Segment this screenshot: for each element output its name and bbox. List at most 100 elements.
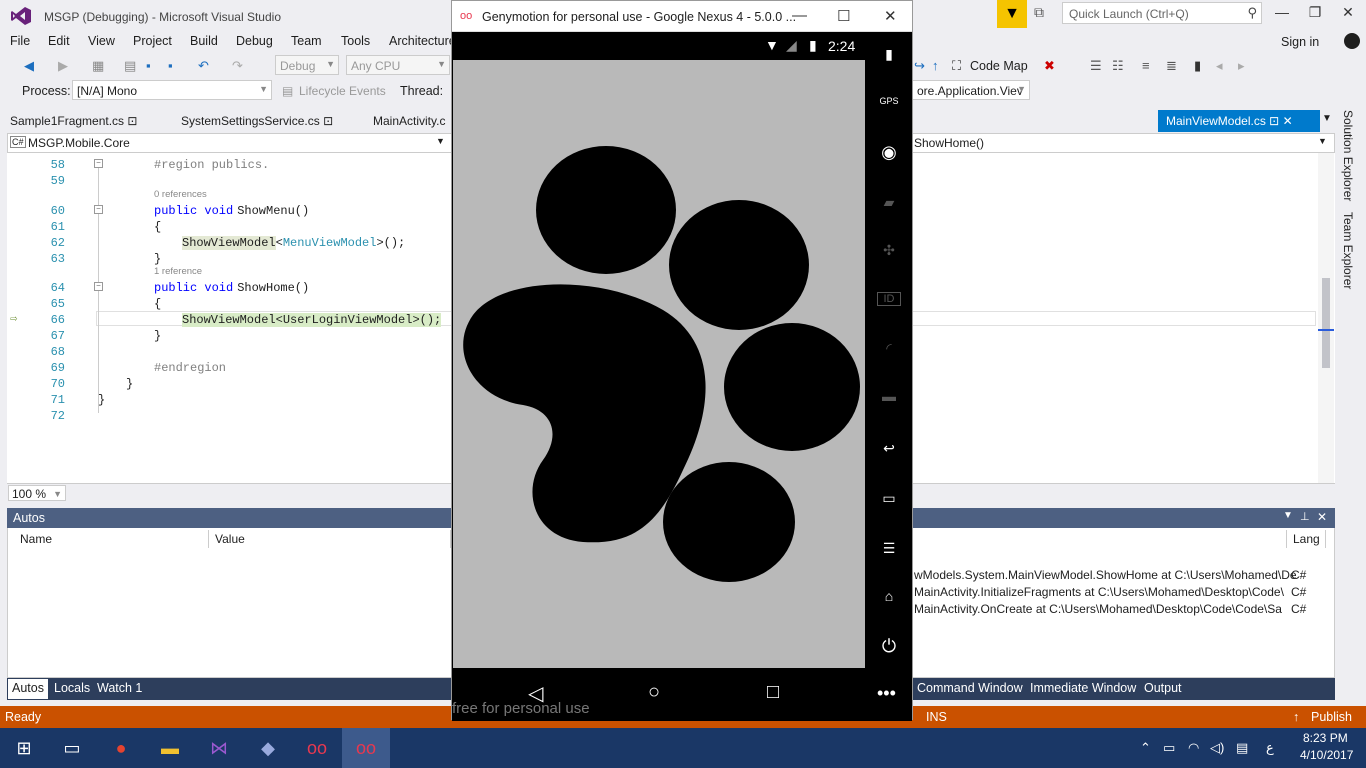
editor-vertical-scrollbar[interactable] [1318, 153, 1334, 483]
call-stack-frame[interactable]: MainActivity.OnCreate at C:\Users\Mohame… [914, 602, 1282, 616]
notification-filter-icon[interactable]: ▼ [997, 0, 1027, 28]
tab-autos[interactable]: Autos [8, 679, 48, 699]
tab-sample1fragment[interactable]: Sample1Fragment.cs ⊡ [2, 110, 145, 132]
minimize-button[interactable]: — [792, 7, 807, 24]
menu-edit[interactable]: Edit [48, 34, 70, 48]
webcam-icon[interactable]: ◉ [877, 142, 901, 163]
back-nav-icon[interactable]: ◀ [24, 58, 34, 74]
project-select[interactable]: MSGP.Mobile.Core [28, 136, 130, 150]
open-icon[interactable]: ▤ [124, 58, 136, 74]
column-header-language[interactable]: Lang [1286, 530, 1326, 548]
tab-solution-explorer[interactable]: Solution Explorer [1341, 110, 1355, 201]
menu-build[interactable]: Build [190, 34, 218, 48]
call-stack-frame[interactable]: MainActivity.InitializeFragments at C:\U… [914, 585, 1284, 599]
column-header-value[interactable]: Value [209, 530, 451, 548]
member-select[interactable]: ShowHome() [914, 136, 984, 150]
code-map-button[interactable]: Code Map [970, 59, 1028, 73]
codelens-references[interactable]: 0 references [154, 189, 207, 200]
tab-output[interactable]: Output [1140, 679, 1186, 699]
wifi-tray-icon[interactable]: ◠ [1188, 740, 1199, 756]
gps-icon[interactable]: GPS [877, 96, 901, 106]
collapse-method-icon[interactable]: − [94, 282, 103, 291]
codelens-references[interactable]: 1 reference [154, 266, 202, 277]
code-map-icon[interactable]: ⛶ [952, 58, 961, 74]
tray-chevron-icon[interactable]: ⌃ [1140, 740, 1151, 756]
step-icon[interactable]: ↪ [914, 58, 925, 74]
android-screen[interactable] [453, 60, 865, 668]
feedback-icon[interactable]: ⧉ [1034, 4, 1054, 24]
battery-icon[interactable]: ▮ [877, 46, 901, 63]
menu-icon[interactable]: ☰ [877, 540, 901, 557]
account-icon[interactable] [1344, 33, 1360, 49]
stack-frame-select[interactable]: ore.Application.Viev ▼ [912, 80, 1030, 100]
indent-icon[interactable]: ≡ [1142, 58, 1150, 73]
tab-immediate-window[interactable]: Immediate Window [1026, 679, 1140, 699]
tab-command-window[interactable]: Command Window [913, 679, 1027, 699]
undo-icon[interactable]: ↶ [198, 58, 209, 74]
format-icon[interactable]: ☰ [1090, 58, 1102, 74]
close-button[interactable]: ✕ [1333, 4, 1363, 21]
call-stack-frame[interactable]: wModels.System.MainViewModel.ShowHome at… [914, 568, 1297, 582]
pin-icon[interactable]: ⊡ [323, 114, 333, 128]
format2-icon[interactable]: ☷ [1112, 58, 1124, 74]
collapse-region-icon[interactable]: − [94, 159, 103, 168]
breakpoint-icon[interactable]: ✖ [1044, 58, 1055, 74]
publish-button[interactable]: Publish [1311, 710, 1352, 724]
tab-systemsettingsservice[interactable]: SystemSettingsService.cs ⊡ [173, 110, 341, 132]
task-view-icon[interactable]: ▭ [48, 728, 96, 768]
id-icon[interactable]: ID [877, 292, 901, 306]
lifecycle-events-select[interactable]: Lifecycle Events [299, 84, 386, 98]
close-button[interactable]: ✕ [884, 7, 897, 25]
new-project-icon[interactable]: ▦ [92, 58, 104, 74]
process-select[interactable]: [N/A] Mono ▼ [72, 80, 272, 100]
chevron-down-icon[interactable]: ▼ [1318, 136, 1327, 146]
clapper-icon[interactable]: ▰ [877, 194, 901, 211]
bookmark-next-icon[interactable]: ▸ [1238, 58, 1245, 74]
zoom-select[interactable]: 100 % ▼ [8, 485, 66, 501]
tab-mainviewmodel[interactable]: MainViewModel.cs ⊡ ✕ [1158, 110, 1320, 132]
scroll-thumb[interactable] [1322, 278, 1330, 368]
menu-project[interactable]: Project [133, 34, 172, 48]
tab-mainactivity[interactable]: MainActivity.c [365, 110, 453, 132]
forward-nav-icon[interactable]: ▶ [58, 58, 68, 74]
outdent-icon[interactable]: ≣ [1166, 58, 1177, 74]
close-icon[interactable]: ✕ [1317, 510, 1327, 524]
menu-view[interactable]: View [88, 34, 115, 48]
redo-icon[interactable]: ↷ [232, 58, 243, 74]
visual-studio-taskbar-icon[interactable]: ⋈ [195, 728, 243, 768]
close-tab-icon[interactable]: ✕ [1283, 114, 1293, 128]
menu-team[interactable]: Team [291, 34, 322, 48]
app-icon[interactable]: ◆ [244, 728, 292, 768]
recent-icon[interactable]: ▭ [877, 490, 901, 507]
tab-locals[interactable]: Locals [50, 679, 94, 699]
save-all-icon[interactable]: ▪ [168, 58, 173, 73]
genymotion-taskbar-icon[interactable]: oo [293, 728, 341, 768]
notifications-icon[interactable]: ▤ [1236, 740, 1248, 756]
sign-in-link[interactable]: Sign in [1281, 35, 1319, 49]
menu-tools[interactable]: Tools [341, 34, 370, 48]
save-icon[interactable]: ▪ [146, 58, 151, 73]
quick-launch-input[interactable]: Quick Launch (Ctrl+Q) ⚲ [1062, 2, 1262, 24]
tab-team-explorer[interactable]: Team Explorer [1341, 212, 1355, 289]
minimize-button[interactable]: — [1267, 4, 1297, 20]
menu-architecture[interactable]: Architecture [389, 34, 456, 48]
pin-icon[interactable]: ⊥ [1300, 510, 1310, 523]
step-out-icon[interactable]: ↑ [932, 58, 939, 73]
battery-tray-icon[interactable]: ▭ [1163, 740, 1175, 756]
file-explorer-icon[interactable]: ▬ [146, 728, 194, 768]
chat-icon[interactable]: ▬ [877, 388, 901, 404]
menu-file[interactable]: File [10, 34, 30, 48]
dropdown-icon[interactable]: ▼ [1283, 510, 1293, 521]
pin-icon[interactable]: ⊡ [1269, 114, 1279, 128]
pin-icon[interactable]: ⊡ [127, 114, 137, 128]
power-icon[interactable]: ⏻ [877, 636, 901, 657]
start-icon[interactable]: ⊞ [0, 728, 48, 768]
taskbar-date[interactable]: 4/10/2017 [1300, 748, 1353, 762]
tab-list-icon[interactable]: ▼ [1322, 113, 1332, 124]
bookmark-icon[interactable]: ▮ [1194, 58, 1201, 74]
menu-debug[interactable]: Debug [236, 34, 273, 48]
android-recents-icon[interactable]: □ [767, 681, 779, 704]
collapse-method-icon[interactable]: − [94, 205, 103, 214]
tab-watch1[interactable]: Watch 1 [93, 679, 146, 699]
column-header-name[interactable]: Name [14, 530, 209, 548]
